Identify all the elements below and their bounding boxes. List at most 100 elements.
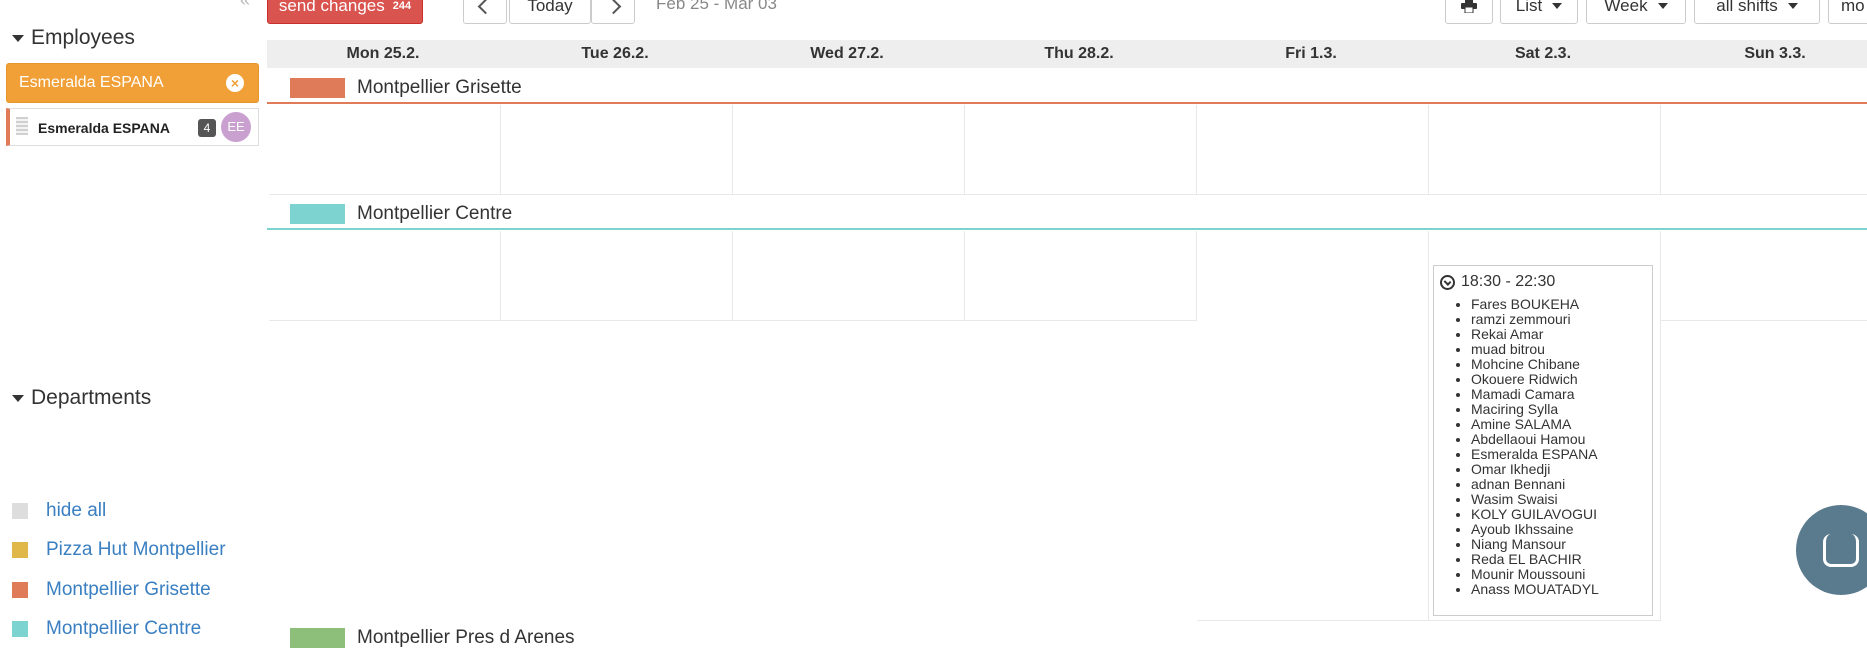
dept-row-montpellier-centre: Montpellier Centre [290,202,512,226]
today-label: Today [527,0,573,15]
next-week-button[interactable] [591,0,635,24]
day-cell[interactable] [965,231,1197,321]
toolbar: send changes 244 Today Feb 25 - Mar 03 L… [262,0,1867,28]
employees-section-header[interactable]: Employees [12,26,135,50]
caret-down-icon [1657,3,1668,9]
date-range: Feb 25 - Mar 03 [656,0,777,13]
day-header-row: Mon 25.2. Tue 26.2. Wed 27.2. Thu 28.2. … [267,40,1867,68]
employees-header-label: Employees [31,26,135,49]
list-item: KOLY GUILAVOGUI [1471,507,1599,522]
day-cell[interactable] [501,231,733,321]
day-cell[interactable] [965,105,1197,195]
dept-color-bar [290,628,345,648]
list-item: Esmeralda ESPANA [1471,447,1599,462]
employee-card[interactable]: Esmeralda ESPANA 4 EE [6,108,259,146]
list-item: Mamadi Camara [1471,387,1599,402]
day-header: Wed 27.2. [810,45,884,62]
list-item: Ayoub Ikhssaine [1471,522,1599,537]
list-item: adnan Bennani [1471,477,1599,492]
avatar: EE [221,112,251,142]
day-cell[interactable] [501,105,733,195]
departments-header-label: Departments [31,386,152,409]
day-cell[interactable] [1429,105,1661,195]
dept-swatch [12,582,28,598]
day-header: Mon 25.2. [346,45,420,62]
dept-color-bar [290,204,345,224]
dept-label: hide all [46,500,107,521]
more-label: mo [1841,0,1865,15]
day-cell[interactable] [1661,231,1867,321]
chat-icon [1823,533,1859,567]
print-icon [1461,0,1477,13]
list-label: List [1515,0,1543,15]
day-cell[interactable] [269,231,501,321]
print-button[interactable] [1445,0,1493,24]
list-item: Omar Ikhedji [1471,462,1599,477]
dept-item-pizza-hut-montpellier[interactable]: Pizza Hut Montpellier [12,536,226,564]
day-cell[interactable] [269,105,501,195]
dept-row-label: Montpellier Pres d Arenes [357,627,575,648]
dept-label: Pizza Hut Montpellier [46,539,226,560]
chat-launcher-button[interactable] [1796,505,1867,595]
departments-section-header[interactable]: Departments [12,386,151,410]
dept-label: Montpellier Grisette [46,579,211,600]
today-button[interactable]: Today [509,0,591,24]
day-header: Sun 3.3. [1744,45,1806,62]
day-cell[interactable] [1197,105,1429,195]
chevron-left-icon [477,0,493,14]
shifts-label: all shifts [1716,0,1778,15]
list-item: Okouere Ridwich [1471,372,1599,387]
list-item: ramzi zemmouri [1471,312,1599,327]
period-week-dropdown[interactable]: Week [1586,0,1686,24]
list-item: Rekai Amar [1471,327,1599,342]
shift-time-label: 18:30 - 22:30 [1461,273,1556,290]
shift-filter-dropdown[interactable]: all shifts [1694,0,1820,24]
chevron-right-icon [605,0,621,14]
shift-card[interactable]: 18:30 - 22:30 Fares BOUKEHA ramzi zemmou… [1433,265,1653,616]
dept-label: Montpellier Centre [46,618,202,639]
view-list-dropdown[interactable]: List [1500,0,1578,24]
drag-handle-icon[interactable] [16,117,28,135]
dept-swatch [12,503,28,519]
week-label: Week [1604,0,1648,15]
check-circle-icon [1440,274,1455,290]
shift-employee-list: Fares BOUKEHA ramzi zemmouri Rekai Amar … [1446,297,1599,597]
sidebar: « Employees × Esmeralda ESPANA 4 EE Depa… [0,0,262,644]
list-item: Wasim Swaisi [1471,492,1599,507]
dept-row-label: Montpellier Centre [357,203,513,224]
caret-down-icon [1552,3,1563,9]
list-item: Abdellaoui Hamou [1471,432,1599,447]
clear-search-icon[interactable]: × [226,74,244,92]
dept-item-montpellier-centre[interactable]: Montpellier Centre [12,615,201,643]
dept-row-montpellier-grisette: Montpellier Grisette [290,76,522,100]
day-cell[interactable] [733,105,965,195]
day-cell[interactable] [1661,105,1867,195]
list-item: Fares BOUKEHA [1471,297,1599,312]
day-cell[interactable] [733,231,965,321]
dept-separator [267,102,1867,104]
dept-item-montpellier-grisette[interactable]: Montpellier Grisette [12,576,211,604]
more-button[interactable]: mo [1828,0,1867,24]
caret-down-icon [1787,3,1798,9]
list-item: Mohcine Chibane [1471,357,1599,372]
shift-count-badge: 4 [198,119,216,137]
day-header: Thu 28.2. [1044,45,1114,62]
dept-row-label: Montpellier Grisette [357,77,522,98]
shift-time: 18:30 - 22:30 [1440,273,1555,291]
dept-color-bar [290,78,345,98]
caret-down-icon [12,394,24,402]
day-header: Tue 26.2. [581,45,649,62]
list-item: Mounir Moussouni [1471,567,1599,582]
employee-name: Esmeralda ESPANA [38,120,171,136]
prev-week-button[interactable] [463,0,507,24]
list-item: Amine SALAMA [1471,417,1599,432]
employee-search-input[interactable] [19,72,219,94]
employee-search[interactable]: × [6,63,259,103]
day-cell[interactable] [1197,231,1429,621]
list-item: Anass MOUATADYL [1471,582,1599,597]
day-header: Fri 1.3. [1285,45,1337,62]
collapse-sidebar-icon[interactable]: « [240,0,250,11]
dept-separator [267,228,1867,230]
dept-item-hide-all[interactable]: hide all [12,497,106,525]
send-changes-button[interactable]: send changes 244 [267,0,423,24]
